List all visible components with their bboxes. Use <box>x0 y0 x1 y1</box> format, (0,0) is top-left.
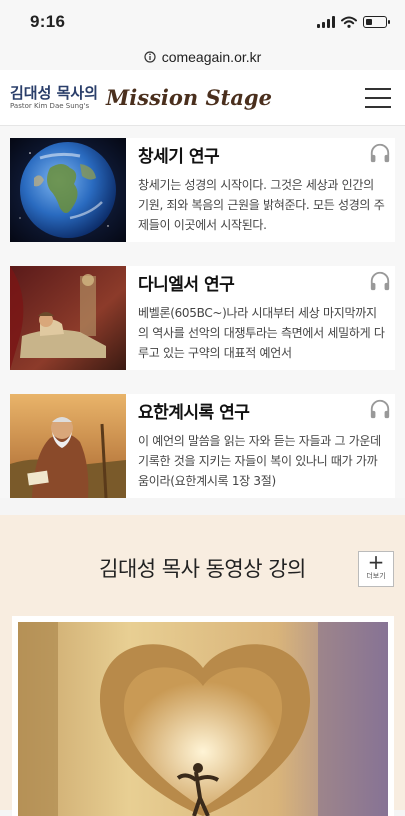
status-icons <box>317 16 390 28</box>
battery-icon <box>363 16 390 28</box>
headphones-icon[interactable] <box>369 398 391 420</box>
section-title: 김대성 목사 동영상 강의 <box>99 557 306 581</box>
signal-icon <box>317 16 335 28</box>
video-section: 김대성 목사 동영상 강의 + 더보기 <box>0 515 405 816</box>
list-item[interactable]: 요한계시록 연구 이 예언의 말씀을 읽는 자와 듣는 자들과 그 가운데 기록… <box>10 394 395 498</box>
list-item[interactable]: 다니엘서 연구 베벨론(605BC~)나라 시대부터 세상 마지막까지의 역사를… <box>10 266 395 370</box>
battery-level <box>366 19 372 25</box>
video-card[interactable] <box>12 616 394 816</box>
study-description: 창세기는 성경의 시작이다. 그것은 세상과 인간의 기원, 죄와 복음의 근원… <box>138 178 385 232</box>
study-description: 베벨론(605BC~)나라 시대부터 세상 마지막까지의 역사를 선악의 대쟁투… <box>138 306 385 360</box>
info-circle-icon <box>144 51 156 63</box>
study-title[interactable]: 창세기 연구 <box>138 142 385 167</box>
earth-globe-image <box>10 138 126 242</box>
logo-title: Mission Stage <box>106 85 272 110</box>
more-button[interactable]: + 더보기 <box>358 551 394 587</box>
john-patmos-image <box>10 394 126 498</box>
status-bar: 9:16 <box>0 0 405 44</box>
headphones-icon[interactable] <box>369 270 391 292</box>
headphones-icon[interactable] <box>369 142 391 164</box>
site-header: 김대성 목사의 Pastor Kim Dae Sung's Mission St… <box>0 70 405 126</box>
logo[interactable]: 김대성 목사의 Pastor Kim Dae Sung's Mission St… <box>10 83 272 111</box>
video-thumbnail-image[interactable] <box>18 622 388 816</box>
study-title[interactable]: 요한계시록 연구 <box>138 398 385 423</box>
more-label: 더보기 <box>366 572 386 580</box>
daniel-dream-image <box>10 266 126 370</box>
plus-icon: + <box>367 550 385 574</box>
study-title[interactable]: 다니엘서 연구 <box>138 270 385 295</box>
studies-list: 창세기 연구 창세기는 성경의 시작이다. 그것은 세상과 인간의 기원, 죄와… <box>0 126 405 498</box>
study-body: 다니엘서 연구 베벨론(605BC~)나라 시대부터 세상 마지막까지의 역사를… <box>126 266 395 370</box>
study-description: 이 예언의 말씀을 읽는 자와 듣는 자들과 그 가운데 기록한 것을 지키는 … <box>138 434 381 488</box>
logo-english-small: Pastor Kim Dae Sung's <box>10 101 90 110</box>
list-item[interactable]: 창세기 연구 창세기는 성경의 시작이다. 그것은 세상과 인간의 기원, 죄와… <box>10 138 395 242</box>
wifi-icon <box>341 16 357 28</box>
url-bar[interactable]: comeagain.or.kr <box>0 44 405 70</box>
study-body: 요한계시록 연구 이 예언의 말씀을 읽는 자와 듣는 자들과 그 가운데 기록… <box>126 394 395 498</box>
study-body: 창세기 연구 창세기는 성경의 시작이다. 그것은 세상과 인간의 기원, 죄와… <box>126 138 395 242</box>
hamburger-icon[interactable] <box>365 87 391 108</box>
status-time: 9:16 <box>30 12 66 31</box>
url-text[interactable]: comeagain.or.kr <box>162 49 262 65</box>
logo-korean: 김대성 목사의 <box>10 83 99 102</box>
